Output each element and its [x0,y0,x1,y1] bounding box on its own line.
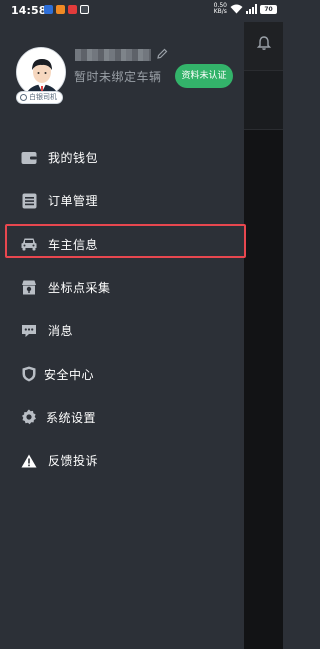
app-icon-dark [80,5,89,14]
driver-level-label: 白银司机 [29,93,57,101]
menu-item-label: 车主信息 [48,237,99,252]
menu-item-label: 安全中心 [44,367,95,382]
message-icon [20,322,38,340]
driver-level-badge: 白银司机 [16,91,63,104]
selection-highlight [5,223,246,258]
menu-item-label: 消息 [48,324,74,339]
menu-item-label: 系统设置 [46,410,97,425]
menu-item-orders[interactable]: 订单管理 [0,179,244,222]
order-list-icon [20,192,38,210]
menu-item-messages[interactable]: 消息 [0,309,244,352]
network-speed: 0.50 KB/s [214,3,227,15]
app-icon-orange [56,5,65,14]
menu-item-owner-info[interactable]: 车主信息 [0,223,246,266]
menu-item-system-settings[interactable]: 系统设置 [0,396,244,439]
menu-item-label: 坐标点采集 [48,281,111,296]
username-redacted [75,49,151,61]
wallet-icon [20,149,38,167]
menu-item-label: 我的钱包 [48,151,99,166]
status-indicators: 0.50 KB/s 70 [214,3,277,15]
warning-icon [20,452,38,470]
main-page-band [244,70,283,130]
edit-icon[interactable] [156,48,168,60]
avatar[interactable] [16,47,66,97]
verification-status-button[interactable]: 资料未认证 [175,64,233,88]
menu-item-label: 订单管理 [48,194,99,209]
main-page-header [244,22,283,70]
signal-icon [246,4,257,14]
wifi-icon [230,4,243,14]
driver-avatar-icon [17,48,65,96]
status-app-icons [44,5,89,14]
menu-item-wallet[interactable]: 我的钱包 [0,136,244,179]
badge-medal-icon [20,94,27,101]
network-speed-unit: KB/s [213,8,227,15]
shield-icon [20,365,38,383]
status-time: 14:58 [11,4,47,17]
main-page-behind-drawer[interactable] [244,22,283,649]
gear-icon [20,408,38,426]
menu-item-label: 反馈投诉 [48,454,99,469]
menu-item-security-center[interactable]: 安全中心 [0,352,244,395]
menu-item-feedback[interactable]: 反馈投诉 [0,439,244,482]
navigation-drawer: 白银司机 暂时未绑定车辆 资料未认证 我的钱包 订单管理 车主信息 坐标点采集 … [0,22,246,649]
battery-icon: 70 [260,4,277,14]
profile-section: 白银司机 暂时未绑定车辆 资料未认证 [0,22,244,122]
car-icon [20,235,38,253]
menu-item-coordinate-collection[interactable]: 坐标点采集 [0,266,244,309]
status-bar: 14:58 0.50 KB/s 70 [0,0,283,22]
bell-icon[interactable] [256,35,272,51]
app-icon-blue [44,5,53,14]
drawer-menu: 我的钱包 订单管理 车主信息 坐标点采集 消息 安全中心 系统设置 反馈投诉 [0,136,246,482]
app-icon-red [68,5,77,14]
store-location-icon [20,279,38,297]
vehicle-binding-status: 暂时未绑定车辆 [74,70,162,84]
